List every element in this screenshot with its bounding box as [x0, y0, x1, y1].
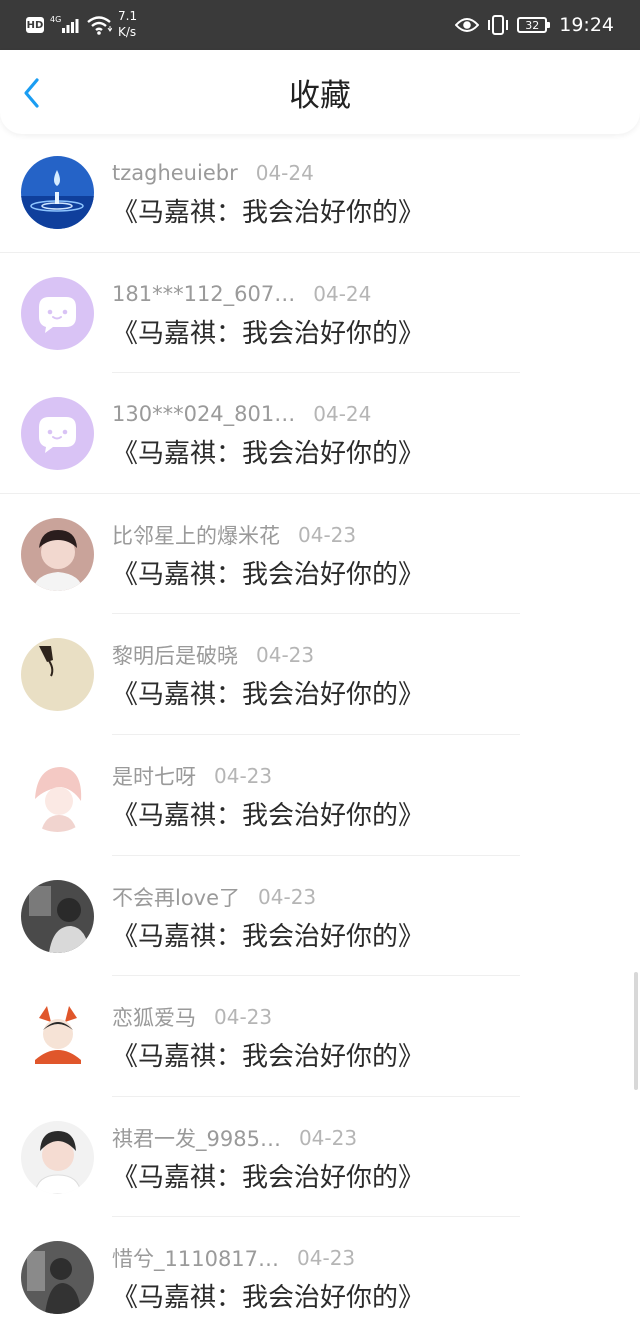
- list-item[interactable]: 黎明后是破晓 04-23 《马嘉祺：我会治好你的》: [0, 614, 640, 735]
- item-meta: 恋狐爱马 04-23: [112, 1002, 272, 1032]
- avatar[interactable]: [21, 638, 94, 712]
- username[interactable]: 惜兮_1110817…: [112, 1243, 279, 1273]
- user-photo: [21, 1120, 94, 1194]
- username[interactable]: 祺君一发_9985…: [112, 1123, 281, 1153]
- default-avatar-icon: [21, 276, 94, 350]
- date: 04-24: [313, 402, 372, 427]
- net-speed-value: 7.1: [118, 9, 138, 23]
- list-item[interactable]: 是时七呀 04-23 《马嘉祺：我会治好你的》: [0, 735, 640, 856]
- item-title[interactable]: 《马嘉祺：我会治好你的》: [112, 196, 424, 230]
- net-speed-unit: K/s: [118, 25, 137, 39]
- status-left: HD 4G: [26, 10, 112, 40]
- item-meta: 是时七呀 04-23: [112, 761, 272, 791]
- avatar[interactable]: [21, 1120, 94, 1194]
- item-title[interactable]: 《马嘉祺：我会治好你的》: [112, 799, 424, 833]
- date: 04-23: [256, 643, 315, 668]
- username[interactable]: tzagheuiebr: [112, 161, 238, 185]
- eye-icon: [455, 18, 480, 32]
- battery-indicator: 32: [517, 17, 551, 33]
- favorites-list: tzagheuiebr 04-24 《马嘉祺：我会治好你的》 181***112…: [0, 132, 640, 1338]
- net-speed: 7.1 K/s: [118, 8, 150, 40]
- user-photo: [21, 1241, 94, 1315]
- avatar[interactable]: [21, 276, 94, 350]
- list-item[interactable]: 恋狐爱马 04-23 《马嘉祺：我会治好你的》: [0, 976, 640, 1097]
- user-photo: [21, 638, 94, 712]
- wifi-icon: [87, 16, 112, 35]
- item-title[interactable]: 《马嘉祺：我会治好你的》: [112, 678, 424, 712]
- avatar[interactable]: [21, 517, 94, 591]
- username[interactable]: 恋狐爱马: [112, 1002, 196, 1032]
- username[interactable]: 是时七呀: [112, 761, 196, 791]
- item-title[interactable]: 《马嘉祺：我会治好你的》: [112, 1161, 424, 1195]
- user-photo: [21, 1000, 94, 1074]
- water-drop-image: [21, 156, 94, 229]
- date: 04-23: [258, 884, 317, 909]
- list-item[interactable]: 惜兮_1110817… 04-23 《马嘉祺：我会治好你的》: [0, 1217, 640, 1338]
- nav-bar: 收藏: [0, 50, 640, 134]
- username[interactable]: 不会再love了: [112, 882, 240, 912]
- item-title[interactable]: 《马嘉祺：我会治好你的》: [112, 920, 424, 954]
- item-title[interactable]: 《马嘉祺：我会治好你的》: [112, 1281, 424, 1315]
- user-photo: [21, 517, 94, 591]
- network-type: 4G: [50, 15, 61, 24]
- status-right: 32 19:24: [455, 10, 614, 40]
- default-avatar-icon: [21, 397, 94, 471]
- item-title[interactable]: 《马嘉祺：我会治好你的》: [112, 317, 424, 351]
- item-meta: 祺君一发_9985… 04-23: [112, 1123, 357, 1153]
- item-meta: 黎明后是破晓 04-23: [112, 640, 314, 670]
- user-photo: [21, 879, 94, 953]
- date: 04-24: [255, 161, 314, 185]
- status-bar: HD 4G 7.1 K/s 32 19:24: [0, 0, 640, 50]
- item-meta: 181***112_607… 04-24: [112, 279, 371, 309]
- avatar[interactable]: [21, 879, 94, 953]
- page-title: 收藏: [289, 78, 351, 114]
- list-item[interactable]: 比邻星上的爆米花 04-23 《马嘉祺：我会治好你的》: [0, 494, 640, 615]
- avatar[interactable]: [21, 156, 94, 229]
- scrollbar[interactable]: [634, 972, 638, 1090]
- avatar[interactable]: [21, 758, 94, 832]
- item-title[interactable]: 《马嘉祺：我会治好你的》: [112, 558, 424, 592]
- item-meta: 比邻星上的爆米花 04-23: [112, 520, 356, 550]
- date: 04-23: [297, 1246, 356, 1271]
- clock: 19:24: [559, 14, 614, 36]
- date: 04-24: [313, 281, 372, 306]
- username[interactable]: 130***024_801…: [112, 402, 295, 426]
- list-item[interactable]: 不会再love了 04-23 《马嘉祺：我会治好你的》: [0, 856, 640, 977]
- item-title[interactable]: 《马嘉祺：我会治好你的》: [112, 1040, 424, 1074]
- date: 04-23: [298, 1125, 358, 1150]
- item-title[interactable]: 《马嘉祺：我会治好你的》: [112, 437, 424, 471]
- username[interactable]: 181***112_607…: [112, 282, 295, 306]
- signal-icon: 4G: [50, 15, 79, 33]
- date: 04-23: [214, 1005, 273, 1030]
- avatar[interactable]: [21, 1241, 94, 1315]
- hd-badge: HD: [26, 17, 44, 33]
- avatar[interactable]: [21, 1000, 94, 1074]
- item-meta: 130***024_801… 04-24: [112, 399, 371, 429]
- list-item[interactable]: 181***112_607… 04-24 《马嘉祺：我会治好你的》: [0, 253, 640, 374]
- date: 04-23: [298, 522, 357, 547]
- user-photo: [21, 758, 94, 832]
- username[interactable]: 黎明后是破晓: [112, 640, 238, 670]
- list-item[interactable]: 祺君一发_9985… 04-23 《马嘉祺：我会治好你的》: [0, 1097, 640, 1218]
- username[interactable]: 比邻星上的爆米花: [112, 520, 280, 550]
- list-item[interactable]: 130***024_801… 04-24 《马嘉祺：我会治好你的》: [0, 373, 640, 494]
- avatar[interactable]: [21, 397, 94, 471]
- vibrate-icon: [488, 15, 509, 35]
- item-meta: 惜兮_1110817… 04-23: [112, 1243, 355, 1273]
- date: 04-23: [214, 763, 273, 788]
- item-meta: tzagheuiebr 04-24: [112, 158, 314, 188]
- list-item[interactable]: tzagheuiebr 04-24 《马嘉祺：我会治好你的》: [0, 132, 640, 253]
- item-meta: 不会再love了 04-23: [112, 882, 316, 912]
